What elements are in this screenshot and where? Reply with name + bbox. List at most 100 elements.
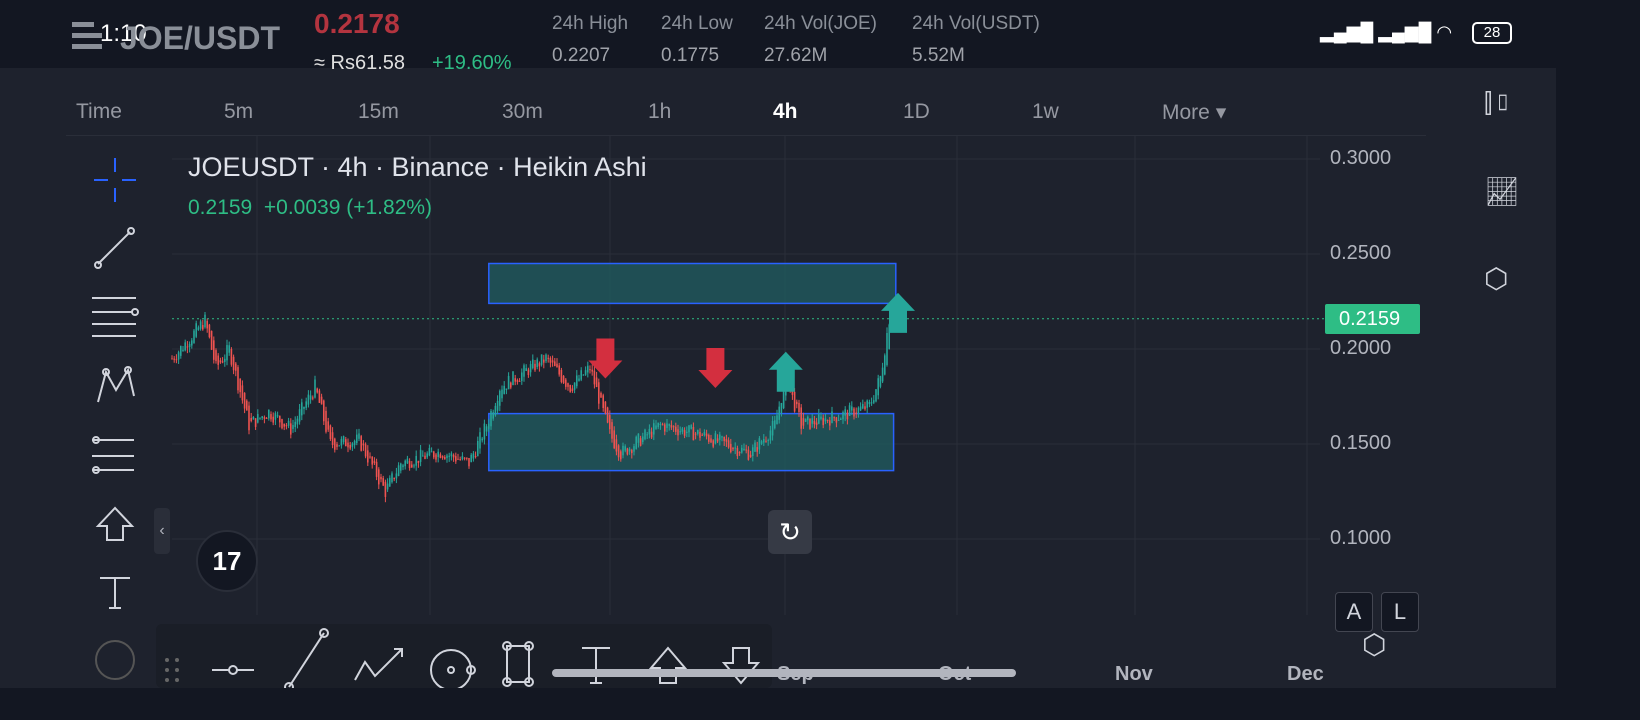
candle	[745, 449, 747, 451]
candle	[246, 400, 248, 411]
candle	[749, 454, 752, 458]
candle	[382, 478, 384, 486]
candle	[441, 456, 444, 458]
x-tick: Sep	[777, 663, 814, 685]
candle	[514, 378, 516, 382]
candle	[351, 443, 354, 447]
candle	[668, 424, 670, 426]
drag-handle-icon[interactable]	[165, 658, 179, 682]
candle	[375, 461, 378, 477]
chart-settings-icon[interactable]: ⬡	[1362, 628, 1386, 661]
candle	[367, 450, 369, 463]
candle	[521, 372, 523, 381]
path-icon[interactable]	[354, 648, 403, 681]
candle	[417, 460, 420, 463]
candle	[479, 432, 481, 449]
candle	[397, 465, 400, 476]
more-tools-icon[interactable]	[95, 640, 135, 680]
candle	[452, 454, 455, 458]
candle	[703, 432, 706, 436]
candle	[391, 473, 393, 483]
candle	[283, 423, 285, 427]
arrow-down-marker	[588, 338, 623, 379]
pattern-icon[interactable]	[97, 366, 135, 403]
reset-chart-button[interactable]: ↻	[768, 510, 812, 554]
candle	[545, 354, 547, 362]
candle	[334, 438, 336, 450]
candle-type-icon[interactable]: ⫿▯	[1484, 88, 1513, 120]
candle	[879, 376, 882, 387]
arrow-up-marker	[768, 351, 803, 392]
text-icon[interactable]	[100, 577, 130, 609]
horizontal-ray-icon[interactable]	[212, 665, 254, 675]
candle	[428, 447, 431, 456]
candle	[763, 439, 765, 443]
rectangle-icon[interactable]	[502, 641, 534, 687]
forecast-icon[interactable]	[92, 436, 134, 474]
candle	[591, 369, 593, 372]
candle	[529, 364, 532, 373]
drawing-tools-sidebar	[92, 158, 139, 680]
y-tick: 0.1500	[1330, 432, 1392, 454]
candle	[778, 406, 780, 420]
candle	[481, 438, 483, 441]
candle	[679, 431, 681, 433]
candle	[820, 416, 822, 420]
candle	[307, 394, 310, 405]
candle	[419, 449, 422, 462]
candle	[853, 408, 855, 417]
candle	[386, 483, 389, 490]
candle	[422, 455, 424, 457]
candle	[857, 407, 860, 414]
tradingview-logo[interactable]: 17	[196, 530, 258, 592]
candle	[866, 400, 868, 408]
y-tick: 0.1000	[1330, 527, 1392, 549]
candle	[710, 438, 712, 443]
log-scale-button[interactable]: L	[1381, 592, 1419, 632]
drawing-toolbar	[156, 624, 772, 692]
arrow-down-tool-icon[interactable]	[721, 647, 761, 685]
candle	[580, 370, 582, 380]
candle	[886, 332, 888, 365]
candle	[411, 464, 413, 468]
candle	[303, 406, 305, 409]
candle	[633, 446, 635, 452]
candle	[402, 465, 404, 468]
candle	[578, 378, 580, 381]
candle	[796, 401, 798, 405]
candle	[380, 476, 382, 480]
candle	[512, 371, 514, 386]
candle	[756, 447, 758, 452]
auto-scale-button[interactable]: A	[1335, 592, 1373, 632]
candle	[180, 345, 182, 356]
candle	[743, 448, 745, 451]
candle	[692, 427, 695, 441]
candle	[752, 447, 754, 456]
candle	[877, 378, 879, 396]
candle	[694, 433, 697, 435]
candle	[881, 367, 884, 382]
candle	[406, 458, 409, 464]
candle	[184, 342, 186, 351]
text-tool-icon[interactable]	[582, 647, 610, 684]
candle	[263, 417, 266, 419]
candle	[831, 411, 833, 423]
candle	[483, 423, 486, 440]
candle	[316, 388, 318, 393]
candle	[261, 416, 263, 419]
arrow-up-tool-icon[interactable]	[648, 646, 688, 684]
candle	[496, 400, 499, 411]
indicators-icon[interactable]: 📈︎	[1484, 175, 1520, 208]
fib-icon[interactable]	[92, 297, 139, 337]
crosshair-icon[interactable]	[94, 158, 136, 202]
circle-icon[interactable]	[430, 649, 476, 691]
arrow-up-icon[interactable]	[95, 506, 135, 541]
candle	[653, 423, 655, 435]
candle	[732, 448, 734, 450]
candle	[631, 450, 633, 454]
candle	[611, 422, 613, 439]
trend-line-icon[interactable]	[94, 227, 135, 269]
candle	[826, 419, 829, 421]
trend-line-icon[interactable]	[284, 628, 329, 692]
settings-hex-icon[interactable]: ⬡	[1484, 262, 1508, 295]
